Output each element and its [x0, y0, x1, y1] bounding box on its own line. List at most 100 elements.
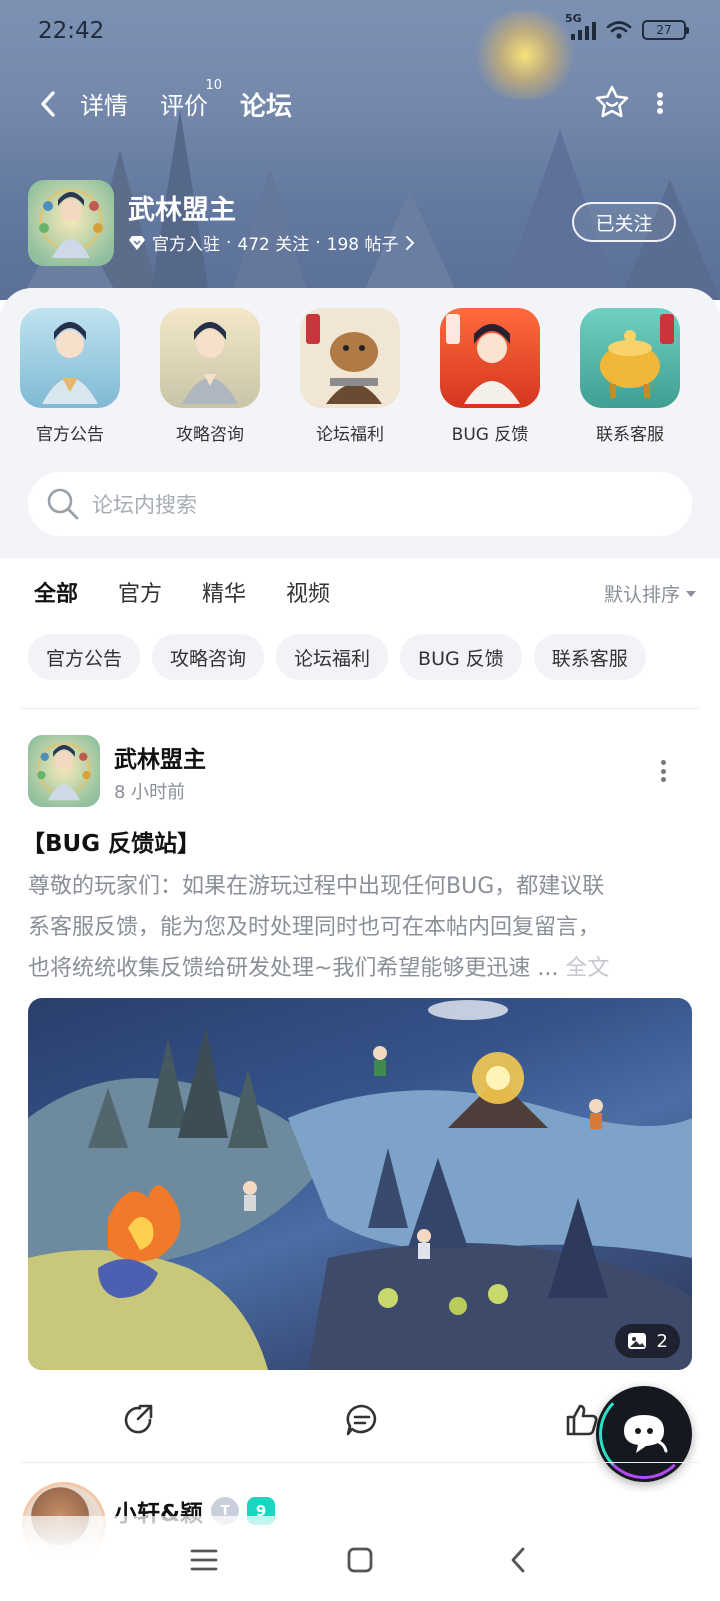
- tab-forum-label: 论坛: [240, 92, 293, 122]
- game-logo-image: [28, 180, 114, 266]
- wifi-icon: [606, 21, 632, 39]
- sort-dropdown[interactable]: 默认排序: [604, 580, 696, 607]
- chevron-left-icon: [41, 91, 55, 117]
- chip-strategy-consult[interactable]: 攻略咨询: [152, 634, 265, 680]
- caret-down-icon: [686, 590, 696, 597]
- status-icons: 5G 27: [565, 12, 689, 40]
- comment-button[interactable]: [340, 1398, 384, 1442]
- meta-separator: ·: [226, 232, 232, 253]
- system-navigation-bar: [0, 1530, 720, 1590]
- read-full-link[interactable]: 全文: [565, 956, 609, 981]
- filter-tab-all[interactable]: 全部: [34, 576, 79, 610]
- thumbs-up-icon: [566, 1404, 598, 1436]
- image-icon: [627, 1333, 646, 1349]
- golden-cauldron-image: [580, 308, 680, 408]
- system-back-button[interactable]: [496, 1538, 540, 1582]
- post-body-line: 尊敬的玩家们：如果在游玩过程中出现任何BUG，都建议联: [28, 874, 605, 899]
- menu-icon: [190, 1549, 218, 1571]
- category-bug-feedback[interactable]: BUG 反馈: [430, 308, 550, 445]
- chip-official-announcements[interactable]: 官方公告: [28, 634, 141, 680]
- top-nav: 详情 评价 10 论坛: [0, 78, 720, 130]
- posts-count: 198 帖子: [326, 235, 399, 255]
- star-icon: [595, 85, 629, 118]
- image-count-badge: 2: [614, 1324, 680, 1358]
- post-body[interactable]: 尊敬的玩家们：如果在游玩过程中出现任何BUG，都建议联 系客服反馈，能为您及时处…: [28, 866, 692, 989]
- chevron-left-icon: [511, 1547, 525, 1573]
- battery-icon: 27: [642, 20, 689, 40]
- post-time: 8 小时前: [114, 782, 186, 803]
- status-bar: 22:42 5G 27: [0, 0, 720, 64]
- divider: [20, 1462, 700, 1463]
- category-forum-benefits[interactable]: 论坛福利: [290, 308, 410, 445]
- post-more-button[interactable]: [658, 760, 668, 782]
- category-label: BUG 反馈: [451, 425, 529, 445]
- favorite-button[interactable]: [592, 80, 632, 124]
- category-strategy-consult[interactable]: 攻略咨询: [150, 308, 270, 445]
- follow-button[interactable]: 已关注: [572, 202, 676, 242]
- filter-tab-label: 精华: [202, 582, 247, 607]
- divider: [20, 708, 700, 709]
- sort-label: 默认排序: [603, 584, 680, 606]
- tab-forum[interactable]: 论坛: [238, 86, 295, 125]
- search-input[interactable]: 论坛内搜索: [92, 489, 197, 519]
- share-button[interactable]: [116, 1398, 160, 1442]
- category-icon: [20, 308, 120, 408]
- character-portrait-image: [440, 308, 540, 408]
- header-banner: 22:42 5G 27 详情 评价 10 论坛 武林盟主 官方入驻 · 472 …: [0, 0, 720, 300]
- game-avatar[interactable]: [28, 180, 114, 266]
- forum-search-bar[interactable]: 论坛内搜索: [28, 472, 692, 536]
- tab-details[interactable]: 详情: [80, 86, 128, 121]
- share-icon: [124, 1404, 153, 1434]
- category-label: 攻略咨询: [176, 425, 244, 445]
- filter-tab-label: 官方: [118, 582, 163, 607]
- signal-icon: 5G: [565, 12, 596, 40]
- chip-forum-benefits[interactable]: 论坛福利: [276, 634, 389, 680]
- category-official-announcements[interactable]: 官方公告: [10, 308, 130, 445]
- assistant-chat-button[interactable]: [596, 1386, 692, 1482]
- tab-reviews[interactable]: 评价 10: [160, 78, 222, 121]
- search-icon: [47, 488, 79, 520]
- filter-tab-label: 视频: [286, 582, 331, 607]
- status-time: 22:42: [38, 18, 105, 44]
- more-options-button[interactable]: [652, 86, 668, 120]
- game-name: 武林盟主: [128, 195, 236, 226]
- game-info: 武林盟主 官方入驻 · 472 关注 · 198 帖子 已关注: [28, 180, 692, 266]
- post-body-line-text: 也将统统收集反馈给研发处理~我们希望能够更迅速 ...: [28, 956, 559, 981]
- network-type: 5G: [565, 12, 582, 25]
- filter-tab-label: 全部: [34, 582, 79, 607]
- chat-bubble-icon: [624, 1415, 668, 1453]
- post-author-name[interactable]: 武林盟主: [114, 740, 206, 774]
- home-square-icon: [347, 1547, 373, 1573]
- post-image[interactable]: 2: [28, 998, 692, 1370]
- category-label: 论坛福利: [316, 425, 384, 445]
- chip-customer-service[interactable]: 联系客服: [533, 634, 646, 680]
- post-body-line: 也将统统收集反馈给研发处理~我们希望能够更迅速 ... 全文: [28, 948, 692, 989]
- category-label: 联系客服: [596, 425, 664, 445]
- game-meta[interactable]: 官方入驻 · 472 关注 · 198 帖子: [128, 230, 415, 255]
- filter-tab-featured[interactable]: 精华: [202, 576, 246, 608]
- post-author-avatar[interactable]: [28, 735, 100, 807]
- reviews-count-badge: 10: [205, 78, 222, 93]
- post-title[interactable]: 【BUG 反馈站】: [22, 824, 200, 858]
- menu-button[interactable]: [182, 1538, 226, 1582]
- image-count: 2: [656, 1330, 668, 1352]
- character-portrait-image: [160, 308, 260, 408]
- game-map-illustration: [28, 1000, 692, 1370]
- filter-tab-video[interactable]: 视频: [286, 576, 330, 608]
- followers-count: 472 关注: [237, 235, 310, 255]
- comment-icon: [346, 1404, 377, 1436]
- category-customer-service[interactable]: 联系客服: [570, 308, 690, 445]
- game-logo-image: [28, 735, 100, 807]
- character-portrait-image: [20, 308, 120, 408]
- official-label: 官方入驻: [152, 235, 220, 255]
- chip-bug-feedback[interactable]: BUG 反馈: [400, 634, 522, 680]
- back-button[interactable]: [32, 86, 64, 122]
- meta-separator: ·: [315, 232, 321, 253]
- filter-tabs: 全部 官方 精华 视频 默认排序: [0, 558, 720, 628]
- category-panel: 官方公告 攻略咨询 论坛福利 BUG 反馈 联系客服 论坛内搜索: [0, 288, 720, 558]
- post-body-line: 系客服反馈，能为您及时处理同时也可在本帖内回复留言，: [28, 915, 601, 940]
- diamond-icon: [129, 235, 145, 250]
- category-icon: [580, 308, 680, 408]
- home-button[interactable]: [338, 1538, 382, 1582]
- filter-tab-official[interactable]: 官方: [118, 576, 162, 608]
